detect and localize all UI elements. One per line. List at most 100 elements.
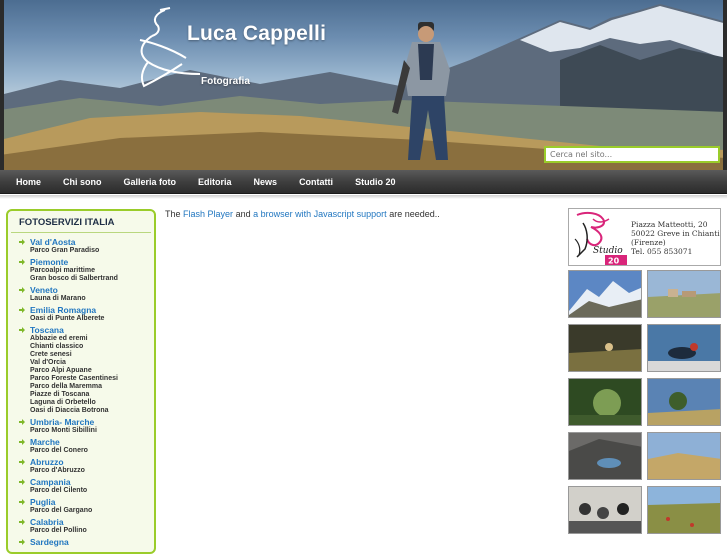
- studio20-ad[interactable]: Studio 20 Piazza Matteotti, 20 50022 Gre…: [568, 208, 721, 266]
- sidebar-region-link[interactable]: Marche: [30, 437, 60, 447]
- flash-player-link[interactable]: Flash Player: [183, 209, 233, 219]
- thumbnail-mountains[interactable]: [568, 270, 642, 318]
- sidebar-subitem[interactable]: Parco del Pollino: [30, 527, 154, 535]
- sidebar-sublist: Parco Monti Sibillini: [18, 427, 154, 435]
- thumbnail-hills[interactable]: [647, 432, 721, 480]
- sidebar-region-link[interactable]: Campania: [30, 477, 71, 487]
- sidebar-sublist: Oasi di Punte Alberete: [18, 315, 154, 323]
- sidebar-region: Piemonte Parcoalpi marittime Gran bosco di…: [18, 257, 154, 283]
- sidebar-region: Campania Parco del Cilento: [18, 477, 154, 495]
- sidebar-region: Toscana Abbazie ed eremi Chianti classico C…: [18, 325, 154, 415]
- sidebar-region-head: Veneto: [18, 285, 154, 295]
- header-landscape-image: [0, 0, 727, 170]
- nav-item-galleria-foto[interactable]: Galleria foto: [113, 170, 188, 194]
- sidebar-subitem[interactable]: Parco della Maremma: [30, 383, 154, 391]
- sidebar-region-head: Puglia: [18, 497, 154, 507]
- sidebar-region-link[interactable]: Toscana: [30, 325, 64, 335]
- arrow-right-icon: [19, 419, 25, 425]
- sidebar-region-head: Abruzzo: [18, 457, 154, 467]
- nav-item-home[interactable]: Home: [5, 170, 52, 194]
- arrow-right-icon: [19, 287, 25, 293]
- main-nav: Home Chi sono Galleria foto Editoria News Con…: [0, 170, 727, 194]
- nav-list: Home Chi sono Galleria foto Editoria News Con…: [0, 170, 727, 194]
- sidebar-subitem[interactable]: Laguna di Orbetello: [30, 399, 154, 407]
- sidebar-subitem[interactable]: Parco del Conero: [30, 447, 154, 455]
- sidebar-region: Calabria Parco del Pollino: [18, 517, 154, 535]
- sidebar-subitem[interactable]: Parco Monti Sibillini: [30, 427, 154, 435]
- notice-suffix: are needed..: [389, 209, 440, 219]
- sidebar-region-link[interactable]: Piemonte: [30, 257, 68, 267]
- nav-item-contatti[interactable]: Contatti: [288, 170, 344, 194]
- nav-shadow: [0, 195, 727, 199]
- studio20-logo-icon: Studio 20: [574, 211, 627, 266]
- sidebar-subitem[interactable]: Parco del Gargano: [30, 507, 154, 515]
- sidebar-region-link[interactable]: Puglia: [30, 497, 56, 507]
- thumbnail-tree[interactable]: [647, 378, 721, 426]
- sidebar-region-head: Calabria: [18, 517, 154, 527]
- thumbnail-village[interactable]: [647, 270, 721, 318]
- sidebar-region-head: Sardegna: [18, 537, 154, 547]
- sidebar-subitem[interactable]: Parco del Cilento: [30, 487, 154, 495]
- sidebar-subitem[interactable]: Parco Foreste Casentinesi: [30, 375, 154, 383]
- thumbnail-lake[interactable]: [568, 432, 642, 480]
- sidebar-subitem[interactable]: Chianti classico: [30, 343, 154, 351]
- arrow-right-icon: [19, 519, 25, 525]
- header-banner: Luca Cappelli Fotografia: [0, 0, 727, 170]
- arrow-right-icon: [19, 307, 25, 313]
- sidebar-region-link[interactable]: Sardegna: [30, 537, 69, 547]
- sidebar-region: Abruzzo Parco d'Abruzzo: [18, 457, 154, 475]
- arrow-right-icon: [19, 239, 25, 245]
- browser-link[interactable]: a browser with Javascript support: [253, 209, 387, 219]
- sidebar-region-head: Piemonte: [18, 257, 154, 267]
- sidebar-subitem[interactable]: Parco Gran Paradiso: [30, 247, 154, 255]
- sidebar-subitem[interactable]: Crete senesi: [30, 351, 154, 359]
- sidebar-region-head: Toscana: [18, 325, 154, 335]
- search-input[interactable]: [544, 146, 720, 163]
- sidebar-region-head: Umbria- Marche: [18, 417, 154, 427]
- sidebar-subitem[interactable]: Abbazie ed eremi: [30, 335, 154, 343]
- sidebar-region-head: Emilia Romagna: [18, 305, 154, 315]
- address-line: Tel. 055 853071: [631, 247, 693, 256]
- arrow-right-icon: [19, 459, 25, 465]
- sidebar-region: Marche Parco del Conero: [18, 437, 154, 455]
- sidebar-subitem[interactable]: Gran bosco di Salbertrand: [30, 275, 154, 283]
- sidebar-region-link[interactable]: Val d'Aosta: [30, 237, 75, 247]
- sidebar-region-link[interactable]: Abruzzo: [30, 457, 64, 467]
- sidebar: FOTOSERVIZI ITALIA Val d'Aosta Parco Gran…: [6, 209, 156, 554]
- sidebar-subitem[interactable]: Parcoalpi marittime: [30, 267, 154, 275]
- sidebar-sublist: Parco Gran Paradiso: [18, 247, 154, 255]
- sidebar-sublist: Parco del Cilento: [18, 487, 154, 495]
- sidebar-subitem[interactable]: Launa di Marano: [30, 295, 154, 303]
- arrow-right-icon: [19, 499, 25, 505]
- thumbnail-bird[interactable]: [647, 324, 721, 372]
- sidebar-subitem[interactable]: Parco d'Abruzzo: [30, 467, 154, 475]
- notice-prefix: The: [165, 209, 181, 219]
- sidebar-region-link[interactable]: Veneto: [30, 285, 58, 295]
- arrow-right-icon: [19, 439, 25, 445]
- sidebar-region-link[interactable]: Emilia Romagna: [30, 305, 96, 315]
- sidebar-subitem[interactable]: Val d'Orcia: [30, 359, 154, 367]
- sidebar-region-link[interactable]: Umbria- Marche: [30, 417, 94, 427]
- sidebar-sublist: Abbazie ed eremi Chianti classico Crete se…: [18, 335, 154, 415]
- sidebar-region: Puglia Parco del Gargano: [18, 497, 154, 515]
- thumbnail-people[interactable]: [568, 486, 642, 534]
- sidebar-region-link[interactable]: Calabria: [30, 517, 64, 527]
- nav-item-editoria[interactable]: Editoria: [187, 170, 243, 194]
- thumbnail-field[interactable]: [568, 324, 642, 372]
- site-title[interactable]: Luca Cappelli: [187, 22, 326, 46]
- sidebar-subitem[interactable]: Oasi di Diaccia Botrona: [30, 407, 154, 415]
- nav-item-news[interactable]: News: [243, 170, 289, 194]
- sidebar-subitem[interactable]: Oasi di Punte Alberete: [30, 315, 154, 323]
- sidebar-title: FOTOSERVIZI ITALIA: [11, 211, 151, 233]
- thumbnail-meadow[interactable]: [647, 486, 721, 534]
- svg-text:20: 20: [608, 257, 620, 266]
- arrow-right-icon: [19, 479, 25, 485]
- thumbnail-forest[interactable]: [568, 378, 642, 426]
- sidebar-region-head: Campania: [18, 477, 154, 487]
- sidebar-subitem[interactable]: Piazze di Toscana: [30, 391, 154, 399]
- nav-item-chi-sono[interactable]: Chi sono: [52, 170, 113, 194]
- studio20-address: Piazza Matteotti, 20 50022 Greve in Chia…: [631, 220, 720, 256]
- sidebar-subitem[interactable]: Parco Alpi Apuane: [30, 367, 154, 375]
- sidebar-sublist: Parco del Conero: [18, 447, 154, 455]
- nav-item-studio-20[interactable]: Studio 20: [344, 170, 407, 194]
